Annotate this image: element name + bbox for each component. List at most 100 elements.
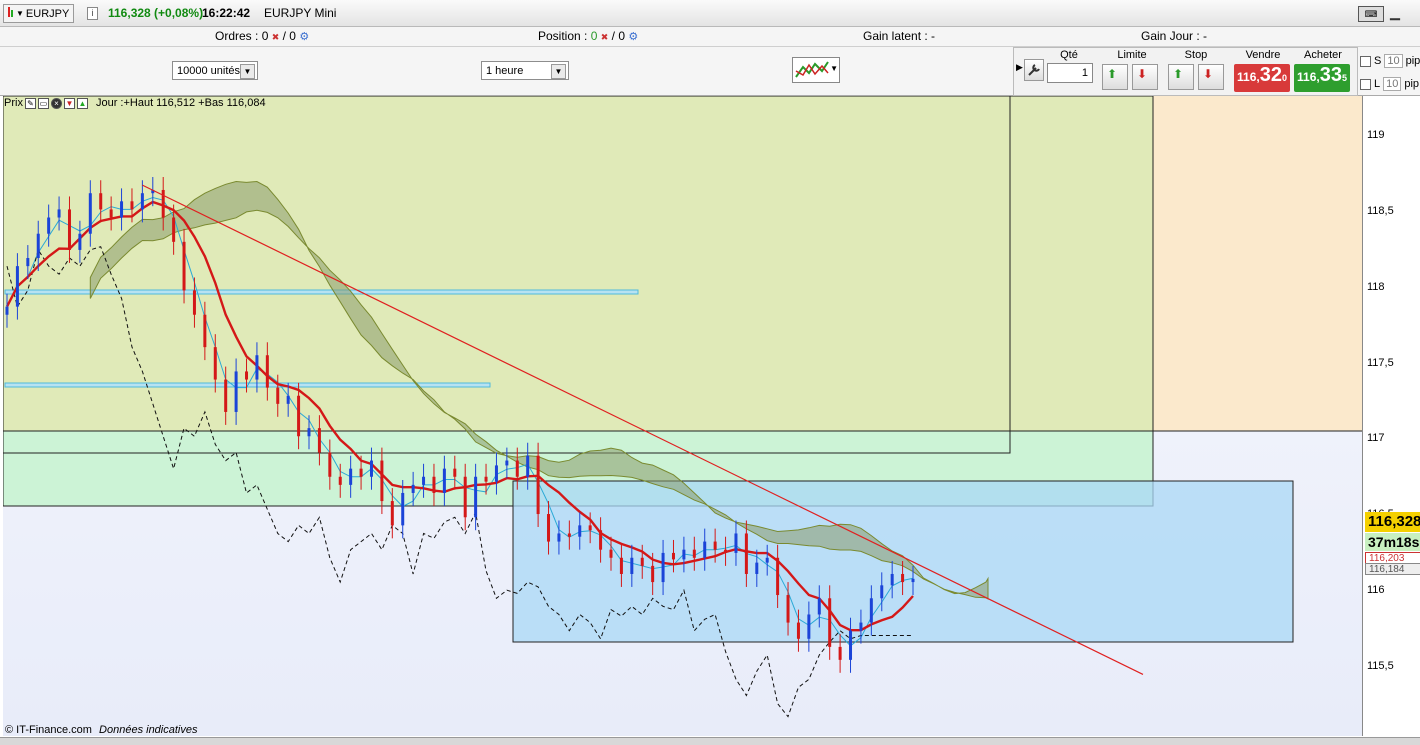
position-status: Position : 0 ✖ / 0 ⚙: [538, 29, 639, 43]
day-info: Jour :+Haut 116,512 +Bas 116,084: [95, 97, 266, 109]
orders-value-2: 0: [289, 29, 296, 43]
candle-body: [140, 193, 144, 210]
candle-body: [547, 514, 551, 542]
stop-checkbox[interactable]: [1360, 55, 1371, 67]
candle-body: [224, 379, 228, 412]
limit-pips-input[interactable]: 10: [1383, 77, 1402, 91]
qte-label: Qté: [1060, 49, 1078, 61]
candle-body: [78, 233, 82, 250]
candle-body: [578, 525, 582, 537]
candle-body: [713, 541, 717, 550]
candle-body: [849, 630, 853, 660]
position-label: Position :: [538, 29, 588, 43]
candle-body: [671, 552, 675, 560]
arrow-down-icon[interactable]: ▼: [63, 97, 75, 109]
stop-pips-input[interactable]: 10: [1384, 54, 1403, 68]
candle-body: [828, 598, 832, 647]
candle-body: [88, 193, 92, 234]
candle-body: [276, 387, 280, 404]
sell-price-big: 32: [1259, 64, 1282, 86]
instrument-name: EURJPY Mini: [264, 6, 337, 20]
candle-body: [734, 533, 738, 553]
candle-body: [838, 646, 842, 660]
title-bar: ▼ EURJPY i 116,328 (+0,08%) 16:22:42 EUR…: [0, 0, 1420, 27]
candle-body: [203, 314, 207, 348]
arrow-up-icon[interactable]: ▲: [76, 97, 88, 109]
symbol-selector[interactable]: ▼ EURJPY: [3, 4, 75, 23]
candle-body: [484, 476, 488, 482]
info-icon[interactable]: i: [87, 7, 98, 20]
minimize-icon[interactable]: ▁: [1390, 5, 1400, 20]
cancel-icon[interactable]: ✖: [272, 32, 280, 42]
keyboard-icon[interactable]: ⌨: [1358, 6, 1384, 22]
pips-label: pip: [1405, 55, 1420, 67]
chart-legend: Prix ✎ ▭ × ▼ ▲ Jour :+Haut 116,512 +Bas …: [4, 97, 266, 109]
y-tick: 119: [1367, 129, 1385, 141]
chevron-down-icon[interactable]: ▼: [551, 64, 566, 79]
limit-checkbox[interactable]: [1360, 78, 1371, 90]
vendre-label: Vendre: [1245, 49, 1281, 61]
stop-sell-button[interactable]: ⬇: [1198, 64, 1224, 90]
candle-body: [213, 347, 217, 380]
price-axis[interactable]: 119 118,5 118 117,5 117 116,5 116 115,5 …: [1362, 96, 1420, 736]
period-select[interactable]: 1 heure ▼: [481, 61, 569, 80]
current-price-label: 116,328: [1365, 512, 1420, 532]
orders-status: Ordres : 0 ✖ / 0 ⚙: [215, 29, 310, 43]
candle-body: [536, 455, 540, 515]
candle-body: [172, 217, 176, 242]
y-tick: 118,5: [1367, 205, 1394, 217]
candle-body: [182, 241, 186, 291]
candle-body: [682, 549, 686, 560]
candle-body: [161, 189, 165, 218]
stop-buy-button[interactable]: ⬆: [1168, 64, 1194, 90]
candle-body: [67, 209, 71, 250]
buy-price-prefix: 116,: [1297, 70, 1320, 84]
wrench-icon[interactable]: ✎: [24, 97, 36, 109]
clock-text: 16:22:42: [202, 6, 251, 20]
close-icon[interactable]: ×: [50, 97, 62, 109]
y-tick: 117: [1367, 432, 1385, 444]
candle-body: [57, 209, 61, 218]
candle-body: [859, 622, 863, 631]
candle-body: [869, 598, 873, 623]
acheter-label: Acheter: [1304, 49, 1342, 61]
candle-body: [901, 573, 905, 583]
candle-body: [703, 541, 707, 558]
window-controls[interactable]: ▁: [1390, 5, 1400, 21]
candle-body: [588, 525, 592, 531]
gear-icon[interactable]: ⚙: [628, 31, 638, 43]
candle-body: [661, 552, 665, 583]
price-chart[interactable]: [3, 96, 1362, 736]
candle-body: [432, 476, 436, 493]
qte-input[interactable]: 1: [1047, 63, 1093, 83]
chevron-down-icon: ▼: [830, 64, 838, 73]
cancel-icon[interactable]: ✖: [601, 32, 609, 42]
chevron-down-icon[interactable]: ▼: [240, 64, 255, 79]
limit-sell-button[interactable]: ⬇: [1132, 64, 1158, 90]
arrow-down-icon: ⬇: [1137, 67, 1148, 81]
window-icon[interactable]: ▭: [37, 97, 49, 109]
candle-body: [890, 573, 894, 586]
level-b-label: 116,184: [1365, 563, 1420, 575]
sell-button[interactable]: 116, 32 0: [1234, 64, 1290, 92]
candle-body: [453, 468, 457, 477]
limit-buy-button[interactable]: ⬆: [1102, 64, 1128, 90]
wrench-icon[interactable]: [1024, 59, 1044, 81]
y-tick: 116: [1367, 584, 1385, 596]
candle-body: [515, 460, 519, 477]
candle-body: [401, 492, 405, 526]
gear-icon[interactable]: ⚙: [299, 31, 309, 43]
limite-label: Limite: [1117, 49, 1147, 61]
candle-body: [609, 549, 613, 558]
candle-body: [120, 201, 124, 218]
candle-body: [744, 533, 748, 574]
y-tick: 115,5: [1367, 660, 1394, 672]
collapse-arrow-icon[interactable]: ▶: [1016, 62, 1023, 73]
buy-button[interactable]: 116, 33 5: [1294, 64, 1350, 92]
candle-body: [786, 595, 790, 623]
units-select[interactable]: 10000 unités ▼: [172, 61, 258, 80]
gain-jour: Gain Jour : -: [1141, 29, 1208, 43]
indicator-menu-button[interactable]: ▼: [792, 57, 840, 83]
candle-body: [26, 258, 30, 267]
candle-body: [338, 476, 342, 485]
